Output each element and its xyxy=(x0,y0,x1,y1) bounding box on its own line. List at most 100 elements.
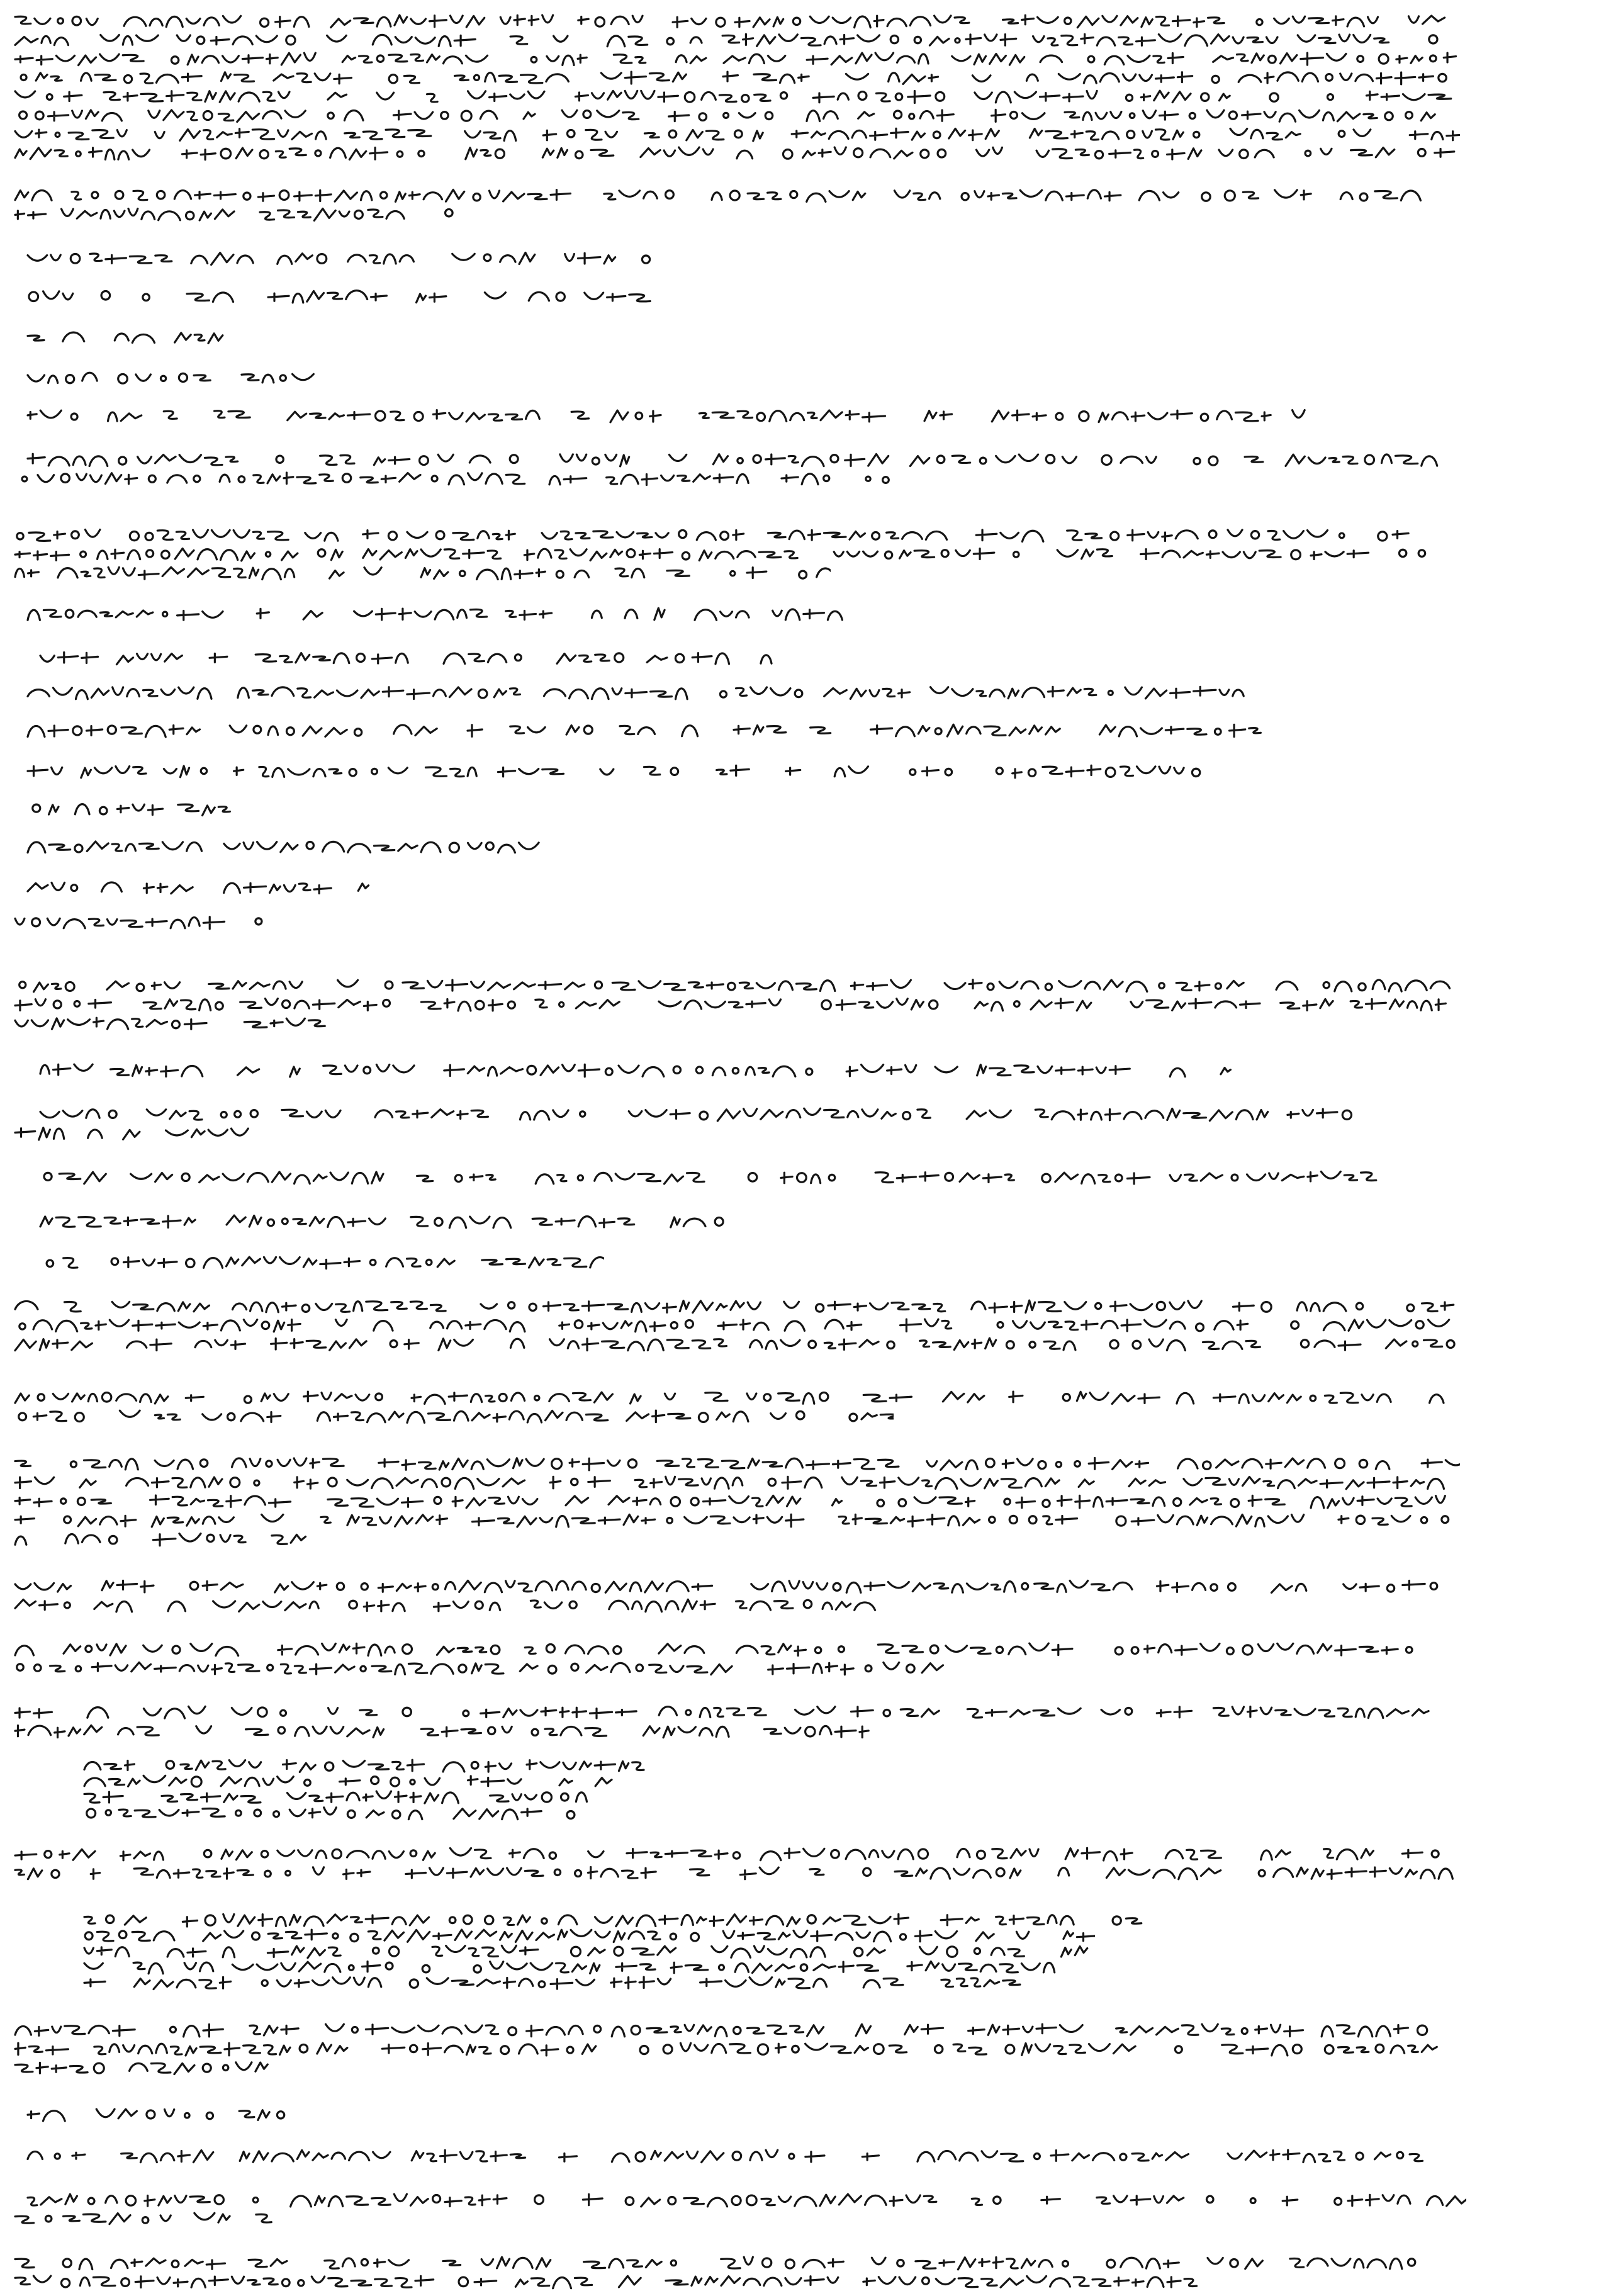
handwritten-line xyxy=(13,1334,1460,1353)
scribble-glyphs xyxy=(26,251,651,266)
ink-stroke xyxy=(21,471,890,487)
ink-stroke xyxy=(83,1960,1056,1975)
ink-stroke xyxy=(14,547,1427,562)
handwritten-line xyxy=(25,327,252,346)
handwritten-line xyxy=(13,2058,277,2077)
handwritten-line xyxy=(13,30,1460,49)
ink-stroke xyxy=(14,2042,1438,2057)
ink-stroke xyxy=(14,207,454,222)
scribble-glyphs xyxy=(20,70,1447,86)
ink-stroke xyxy=(14,1847,1440,1862)
scribble-glyphs xyxy=(18,108,1436,123)
handwritten-line xyxy=(82,1973,1064,1992)
handwritten-line xyxy=(13,1658,957,1677)
handwritten-line xyxy=(13,913,277,931)
scribble-glyphs xyxy=(14,1390,1445,1405)
ink-stroke xyxy=(83,1790,588,1804)
scribble-glyphs xyxy=(14,33,1439,48)
ink-stroke xyxy=(14,188,1422,203)
ink-stroke xyxy=(14,146,1456,161)
scribble-glyphs xyxy=(14,2023,1429,2038)
handwritten-line xyxy=(25,2146,1429,2165)
handwritten-line xyxy=(25,286,654,305)
handwritten-line xyxy=(25,721,1271,740)
scribble-glyphs xyxy=(16,528,1410,543)
ink-stroke xyxy=(14,1705,1430,1719)
handwritten-line xyxy=(13,11,1460,30)
ink-stroke xyxy=(26,685,1245,701)
scribble-glyphs xyxy=(14,2256,1417,2271)
scribble-glyphs xyxy=(14,146,1456,161)
handwritten-line xyxy=(25,406,1315,425)
ink-stroke xyxy=(83,1759,645,1773)
scribble-glyphs xyxy=(14,1642,1413,1657)
handwritten-line xyxy=(25,2105,315,2124)
ink-stroke xyxy=(18,1318,1451,1333)
handwritten-line xyxy=(13,469,894,488)
scribble-glyphs xyxy=(26,685,1245,701)
ink-stroke xyxy=(39,1214,724,1229)
scribble-glyphs xyxy=(28,290,651,304)
handwritten-line xyxy=(25,368,327,387)
scribble-glyphs xyxy=(14,1475,1445,1490)
scribble-glyphs xyxy=(26,723,1262,738)
ink-stroke xyxy=(20,70,1447,86)
scribble-glyphs xyxy=(14,916,263,930)
scribble-glyphs xyxy=(14,127,1460,142)
ink-stroke xyxy=(26,251,651,266)
scribble-glyphs xyxy=(14,89,1452,104)
scribble-glyphs xyxy=(14,1456,1460,1472)
scribble-glyphs xyxy=(14,1866,1454,1881)
scribble-glyphs xyxy=(14,1847,1440,1862)
ink-stroke xyxy=(14,2256,1417,2271)
handwritten-line xyxy=(13,87,1460,106)
handwritten-line xyxy=(38,1252,604,1271)
handwritten-line xyxy=(13,1454,1460,1473)
handwritten-line xyxy=(13,526,1429,544)
handwritten-line xyxy=(13,2039,1447,2058)
ink-stroke xyxy=(45,1256,604,1270)
ink-stroke xyxy=(14,2023,1429,2038)
ink-stroke xyxy=(14,1598,877,1613)
ink-stroke xyxy=(26,723,1262,738)
handwritten-line xyxy=(13,1640,1447,1658)
handwritten-line xyxy=(38,1212,730,1230)
handwritten-line xyxy=(25,799,233,818)
ink-stroke xyxy=(18,108,1436,123)
handwritten-line xyxy=(13,144,1460,162)
handwritten-line xyxy=(13,1123,277,1142)
ink-stroke xyxy=(14,1494,1446,1509)
handwritten-line xyxy=(13,106,1460,125)
ink-stroke xyxy=(18,1409,894,1424)
handwritten-line xyxy=(25,604,850,623)
scribble-glyphs xyxy=(26,453,1439,468)
ink-stroke xyxy=(39,1063,1232,1078)
scribble-glyphs xyxy=(14,1337,1456,1352)
ink-stroke xyxy=(16,528,1410,543)
handwritten-line xyxy=(13,49,1460,68)
handwritten-line xyxy=(13,1297,1460,1315)
scribble-glyphs xyxy=(26,2108,286,2122)
ink-stroke xyxy=(14,1532,307,1547)
scribble-glyphs xyxy=(39,1214,724,1229)
handwritten-line xyxy=(13,68,1460,87)
ink-stroke xyxy=(14,1513,1450,1528)
handwritten-line xyxy=(13,2253,1422,2272)
ink-stroke xyxy=(31,803,231,817)
handwritten-line xyxy=(13,205,466,223)
handwritten-line xyxy=(38,1061,1246,1079)
ink-stroke xyxy=(14,1299,1455,1314)
ink-stroke xyxy=(26,2149,1424,2164)
handwritten-line xyxy=(13,1511,1460,1529)
ink-stroke xyxy=(26,2108,286,2122)
handwritten-line xyxy=(13,1013,327,1032)
handwritten-line xyxy=(13,1577,1447,1595)
scribble-glyphs xyxy=(31,803,231,817)
scribble-glyphs xyxy=(26,607,844,621)
handwritten-line xyxy=(38,648,780,667)
ink-stroke xyxy=(26,408,1306,424)
scribble-glyphs xyxy=(39,1107,1353,1122)
ink-stroke xyxy=(14,2061,269,2076)
ink-stroke xyxy=(14,14,1446,29)
ink-stroke xyxy=(14,33,1439,48)
